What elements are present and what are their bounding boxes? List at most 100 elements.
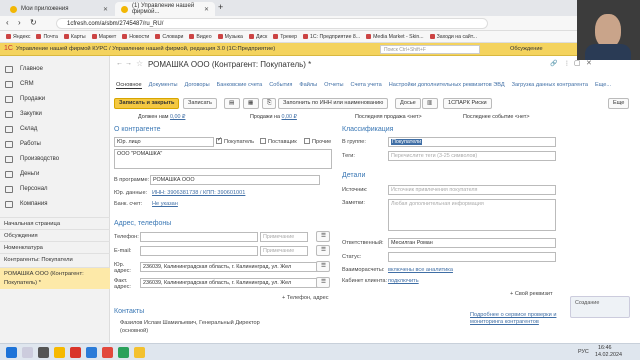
discussion-link[interactable]: Обсуждение <box>510 46 543 52</box>
more-dots-icon[interactable]: ⋮ <box>564 60 570 67</box>
sidebar-item-staff[interactable]: Персонал <box>0 182 110 197</box>
edit-legal-address-icon[interactable]: ☰ <box>316 261 330 272</box>
mutual-link[interactable]: включены все аналитика <box>388 267 453 273</box>
reload-icon[interactable]: ↻ <box>30 18 37 27</box>
forward-icon[interactable]: → <box>125 60 132 67</box>
add-phone-address-link[interactable]: + Телефон, адрес <box>282 295 329 301</box>
chart-icon[interactable]: ▥ <box>422 98 438 109</box>
bookmark[interactable]: 1С: Предприятие 8... <box>303 31 360 42</box>
edit-email-icon[interactable]: ☰ <box>316 245 330 256</box>
back-icon[interactable]: ← <box>116 60 123 67</box>
tab-main[interactable]: Основное <box>116 82 142 89</box>
star-icon[interactable]: ☆ <box>136 59 143 68</box>
close-tab-icon[interactable]: ✕ <box>103 6 108 13</box>
sidebar-item-crm[interactable]: CRM <box>0 77 110 92</box>
maximize-icon[interactable]: ▢ <box>574 59 581 67</box>
tab-reports[interactable]: Отчеты <box>324 82 343 88</box>
bookmark[interactable]: Почта <box>36 31 57 42</box>
link-icon[interactable]: 🔗 <box>550 60 557 67</box>
bookmark[interactable]: Карты <box>64 31 86 42</box>
phone-field[interactable] <box>140 232 258 242</box>
sidebar-item-company[interactable]: Компания <box>0 197 110 212</box>
more-button[interactable]: Еще <box>608 98 630 109</box>
bookmark[interactable]: Трекер <box>273 31 297 42</box>
attach-icon[interactable]: ⎘ <box>262 98 276 109</box>
clock-date[interactable]: 14.02.2024 <box>595 352 622 358</box>
sidebar-item-purchases[interactable]: Закупки <box>0 107 110 122</box>
tab-accounts[interactable]: Счета учета <box>350 82 381 88</box>
tab-data-load[interactable]: Загрузка данных контрагента <box>512 82 588 88</box>
group-select[interactable]: Покупатели <box>388 137 556 147</box>
save-button[interactable]: Записать <box>183 98 217 109</box>
tab-documents[interactable]: Документы <box>149 82 178 88</box>
task-view-icon[interactable] <box>38 347 49 358</box>
nav-nomenclature[interactable]: Номенклатура <box>0 241 110 253</box>
sidebar-item-warehouse[interactable]: Склад <box>0 122 110 137</box>
bookmark[interactable]: Маркет <box>92 31 117 42</box>
nav-discussions[interactable]: Обсуждения <box>0 229 110 241</box>
tab-events[interactable]: События <box>269 82 292 88</box>
nav-start-page[interactable]: Начальная страница <box>0 217 110 229</box>
url-input[interactable]: 1cfresh.com/a/sbm/2745487/ru_RU/ <box>56 18 488 29</box>
own-requisite-link[interactable]: + Свой реквизит <box>510 291 553 297</box>
explorer-icon[interactable] <box>54 347 65 358</box>
dossier-button[interactable]: Досье <box>395 98 421 109</box>
global-search-input[interactable]: Поиск Ctrl+Shift+F <box>380 45 480 54</box>
app-icon[interactable] <box>118 347 129 358</box>
language-indicator[interactable]: РУС <box>578 349 589 355</box>
bookmark[interactable]: Словари <box>155 31 183 42</box>
email-field[interactable] <box>140 246 258 256</box>
sidebar-item-main[interactable]: Главное <box>0 62 110 77</box>
phone-note-field[interactable]: Примечание <box>260 232 308 242</box>
save-close-button[interactable]: Записать и закрыть <box>114 98 180 109</box>
sidebar-item-production[interactable]: Производство <box>0 152 110 167</box>
other-checkbox[interactable]: Прочие <box>304 138 331 145</box>
legal-data-link[interactable]: ИНН: 3906381738 / КПП: 390601001 <box>152 190 245 196</box>
tab-more[interactable]: Еще... <box>595 82 611 88</box>
bookmark[interactable]: Media Market - Skin... <box>366 31 423 42</box>
sidebar-item-money[interactable]: Деньги <box>0 167 110 182</box>
sidebar-item-works[interactable]: Работы <box>0 137 110 152</box>
fill-by-inn-button[interactable]: Заполнить по ИНН или наименованию <box>278 98 389 109</box>
legal-address-field[interactable]: 236039, Калининградская область, г. Кали… <box>140 262 320 272</box>
contact-person[interactable]: Фазилов Ислам Шамильевич, Генеральный Ди… <box>120 320 260 326</box>
tab-extra-settings[interactable]: Настройки дополнительных реквизитов ЭВД <box>389 82 505 88</box>
tags-field[interactable]: Перечислите теги (3-25 символов) <box>388 151 556 161</box>
notes-field[interactable]: Любая дополнительная информация <box>388 199 556 231</box>
app-icon[interactable] <box>102 347 113 358</box>
new-tab-button[interactable]: + <box>218 2 223 12</box>
responsible-select[interactable]: Месилган Роман <box>388 238 556 248</box>
cabinet-link[interactable]: подключить <box>388 278 419 284</box>
nav-counterparties[interactable]: Контрагенты: Покупатели <box>0 253 110 265</box>
create-icon[interactable]: ▦ <box>243 98 259 109</box>
email-note-field[interactable]: Примечание <box>260 246 308 256</box>
tab-contracts[interactable]: Договоры <box>184 82 209 88</box>
bookmark[interactable]: Новости <box>122 31 149 42</box>
spark-button[interactable]: 1СПАРК Риски <box>443 98 492 109</box>
full-name-field[interactable]: ООО "РОМАШКА" <box>114 149 332 169</box>
bookmark[interactable]: Диск <box>249 31 267 42</box>
in-programs-field[interactable]: РОМАШКА ООО <box>150 175 320 185</box>
source-select[interactable]: Источник привлечения покупателя <box>388 185 556 195</box>
app-icon[interactable] <box>134 347 145 358</box>
actual-address-field[interactable]: 236039, Калининградская область, г. Кали… <box>140 278 320 288</box>
edit-actual-address-icon[interactable]: ☰ <box>316 277 330 288</box>
close-tab-icon[interactable]: ✕ <box>204 6 209 13</box>
search-icon[interactable] <box>22 347 33 358</box>
tab-bank-accounts[interactable]: Банковские счета <box>217 82 263 88</box>
print-icon[interactable]: ▤ <box>224 98 240 109</box>
buyer-checkbox[interactable]: Покупатель <box>216 136 254 145</box>
status-select[interactable] <box>388 252 556 262</box>
forward-icon[interactable]: › <box>18 18 21 27</box>
edit-phone-icon[interactable]: ☰ <box>316 231 330 242</box>
sidebar-item-sales[interactable]: Продажи <box>0 92 110 107</box>
app-icon[interactable] <box>86 347 97 358</box>
bookmark[interactable]: Видео <box>189 31 211 42</box>
nav-current-form[interactable]: РОМАШКА ООО (Контрагент: Покупатель) * <box>0 267 110 289</box>
bookmark[interactable]: Музыка <box>218 31 243 42</box>
tab-my-apps[interactable]: Мои приложения ✕ <box>4 2 114 16</box>
tab-files[interactable]: Файлы <box>299 82 317 88</box>
tab-company-management[interactable]: (1) Управление нашей фирмой... ✕ <box>115 2 215 16</box>
type-select[interactable]: Юр. лицо <box>114 137 214 147</box>
bookmark[interactable]: Заходи на сайт... <box>430 31 477 42</box>
